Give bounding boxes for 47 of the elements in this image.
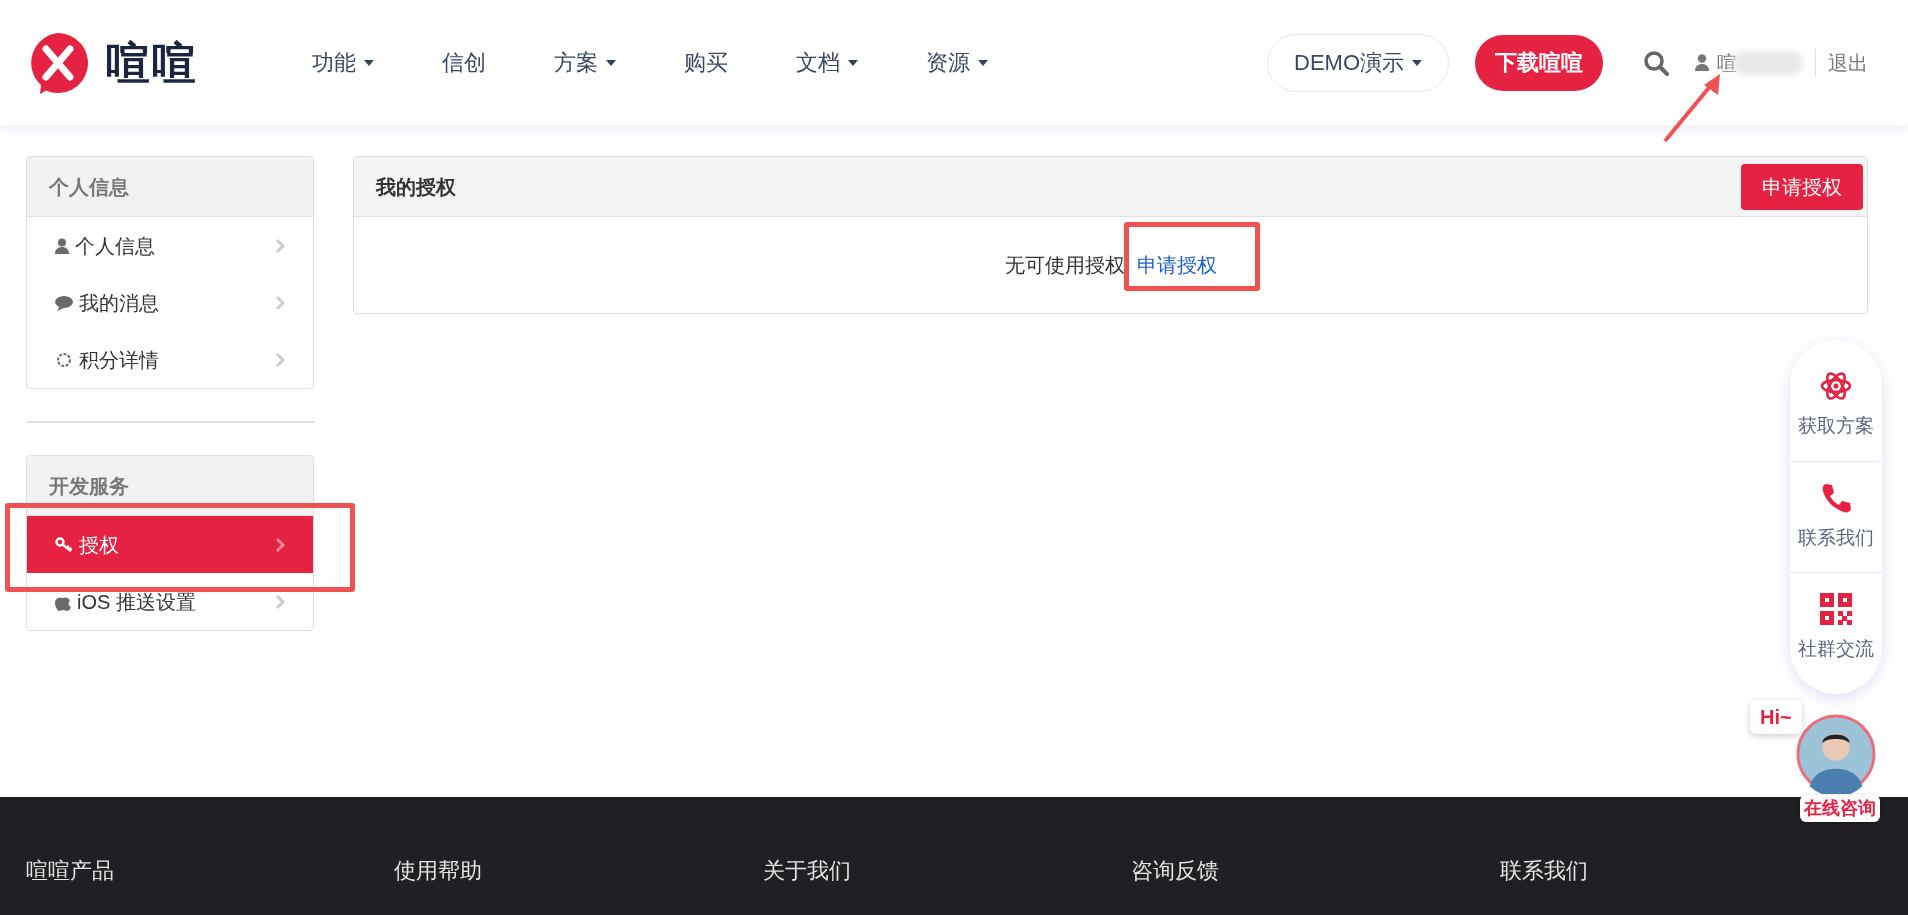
user-name[interactable]: 喧 bbox=[1717, 47, 1737, 78]
atom-icon bbox=[1820, 370, 1852, 402]
online-consult-label[interactable]: 在线咨询 bbox=[1800, 795, 1880, 822]
speech-bubble-icon bbox=[55, 294, 73, 311]
user-icon bbox=[1695, 54, 1709, 71]
phone-icon bbox=[1820, 481, 1852, 514]
footer-heading: 使用帮助 bbox=[394, 858, 483, 883]
footer-heading: 联系我们 bbox=[1499, 858, 1588, 883]
sidebar-item[interactable]: 我的消息 bbox=[27, 274, 313, 331]
logout-link[interactable]: 退出 bbox=[1828, 47, 1868, 78]
empty-message: 无可使用授权 bbox=[1004, 253, 1125, 278]
caret-icon bbox=[1412, 59, 1422, 66]
nav-link[interactable]: 信创 bbox=[408, 46, 520, 79]
sidebar-section-title: 个人信息 bbox=[49, 174, 129, 200]
chevron-right-icon bbox=[275, 593, 285, 610]
chevron-right-icon bbox=[275, 237, 285, 254]
download-button[interactable]: 下载喧喧 bbox=[1475, 34, 1603, 91]
sidebar-item[interactable]: iOS 推送设置 bbox=[27, 573, 313, 630]
footer-heading: 关于我们 bbox=[762, 858, 851, 883]
sidebar-section-title: 开发服务 bbox=[49, 473, 129, 499]
nav-link[interactable]: 购买 bbox=[650, 46, 762, 79]
nav-link[interactable]: 功能 bbox=[278, 46, 408, 79]
annotation-arrow bbox=[1663, 74, 1720, 143]
apply-link[interactable]: 申请授权 bbox=[1136, 250, 1217, 280]
panel-title: 我的授权 bbox=[376, 174, 456, 200]
nav-link[interactable]: 资源 bbox=[892, 46, 1022, 79]
footer-heading: 咨询反馈 bbox=[1131, 858, 1220, 883]
sidebar-item[interactable]: 授权 bbox=[27, 516, 313, 573]
apply-button[interactable]: 申请授权 bbox=[1741, 163, 1863, 210]
search-icon[interactable] bbox=[1643, 49, 1669, 76]
chevron-right-icon bbox=[275, 294, 285, 311]
footer-heading: 喧喧产品 bbox=[26, 858, 114, 883]
contact-option[interactable]: 获取方案 bbox=[1798, 350, 1874, 461]
logo-text: 喧喧 bbox=[106, 36, 199, 89]
contact-option[interactable]: 社群交流 bbox=[1798, 573, 1874, 684]
user-icon bbox=[55, 237, 69, 254]
sidebar-item[interactable]: 积分详情 bbox=[27, 331, 313, 388]
sidebar-item[interactable]: 个人信息 bbox=[27, 217, 313, 274]
hi-bubble: Hi~ bbox=[1750, 700, 1802, 734]
contact-option[interactable]: 联系我们 bbox=[1798, 461, 1874, 572]
gear-icon bbox=[55, 350, 73, 369]
qr-code-icon bbox=[1820, 593, 1852, 625]
nav-link[interactable]: 方案 bbox=[520, 46, 650, 79]
chevron-right-icon bbox=[275, 536, 285, 553]
nav-link[interactable]: 文档 bbox=[762, 46, 892, 79]
key-icon bbox=[55, 536, 73, 553]
chevron-right-icon bbox=[275, 351, 285, 368]
